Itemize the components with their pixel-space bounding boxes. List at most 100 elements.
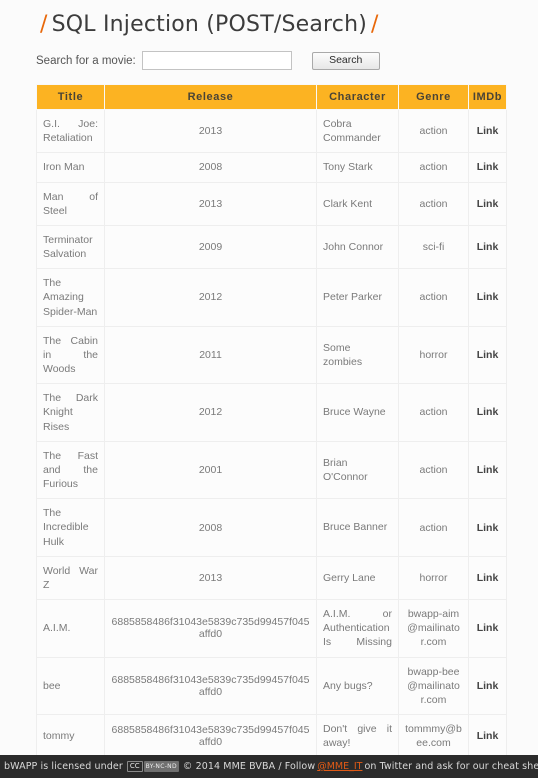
cell-release: 2012 — [104, 268, 317, 327]
cell-genre: action — [398, 440, 469, 500]
cell-genre: horror — [398, 325, 469, 385]
cell-genre: action — [398, 268, 469, 327]
cell-release: 6885858486f31043e5839c735d99457f045affd0 — [104, 714, 317, 759]
movies-table: Title Release Character Genre IMDb G.I. … — [36, 84, 507, 778]
cell-title: The Amazing Spider-Man — [36, 268, 105, 327]
footer-copyright-text: © 2014 MME BVBA / Follow — [182, 761, 316, 772]
cell-character: Brian O'Connor — [316, 440, 399, 500]
cell-imdb: Link — [468, 383, 507, 442]
cell-imdb: Link — [468, 498, 507, 557]
cell-character: Bruce Banner — [316, 498, 399, 557]
table-row: The Incredible Hulk 2008 Bruce Banner actio… — [36, 498, 507, 557]
page-root: / SQL Injection (POST/Search) / Search for… — [0, 0, 538, 778]
cell-character: A.I.M. or Authentication Is Missing — [316, 599, 399, 658]
cell-character: Bruce Wayne — [316, 383, 399, 442]
cell-title: World War Z — [36, 555, 105, 601]
cell-release: 2009 — [104, 224, 317, 270]
imdb-link[interactable]: Link — [477, 622, 499, 634]
cell-genre: horror — [398, 555, 469, 601]
cell-character: Some zombies — [316, 325, 399, 385]
cell-imdb: Link — [468, 268, 507, 327]
cell-genre: action — [398, 108, 469, 154]
search-label: Search for a movie: — [36, 54, 136, 67]
table-row: Man of Steel 2013 Clark Kent action Link — [36, 181, 507, 226]
table-row: Terminator Salvation 2009 John Connor sci-f… — [36, 224, 507, 270]
imdb-link[interactable]: Link — [477, 730, 499, 742]
imdb-link[interactable]: Link — [477, 241, 499, 253]
cell-character: Don't give it away! — [316, 714, 399, 759]
cell-character: Clark Kent — [316, 181, 399, 226]
cell-release: 2011 — [104, 325, 317, 385]
cell-character: Tony Stark — [316, 152, 399, 183]
site-footer: bWAPP is licensed under CC BY-NC-ND © 20… — [0, 755, 538, 778]
table-row: The Cabin in the Woods 2011 Some zombies ho… — [36, 325, 507, 385]
imdb-link[interactable]: Link — [477, 349, 499, 361]
column-header-release: Release — [104, 84, 317, 110]
cell-title: tommy — [36, 714, 105, 759]
cell-title: bee — [36, 656, 105, 716]
column-header-imdb: IMDb — [468, 84, 507, 110]
cell-genre: bwapp-aim@mailinator.com — [398, 599, 469, 658]
footer-license-text: bWAPP is licensed under — [4, 761, 123, 772]
cell-character: John Connor — [316, 224, 399, 270]
creative-commons-badge-icon: CC BY-NC-ND — [126, 761, 179, 772]
twitter-handle-link[interactable]: @MME_IT — [315, 761, 364, 772]
cell-title: The Dark Knight Rises — [36, 383, 105, 442]
table-row: Iron Man 2008 Tony Stark action Link — [36, 152, 507, 183]
cell-release: 2012 — [104, 383, 317, 442]
search-input[interactable] — [141, 51, 292, 70]
imdb-link[interactable]: Link — [477, 464, 499, 476]
imdb-link[interactable]: Link — [477, 125, 499, 137]
cell-character: Peter Parker — [316, 268, 399, 327]
imdb-link[interactable]: Link — [477, 572, 499, 584]
page-title-text: SQL Injection (POST/Search) — [51, 12, 368, 37]
imdb-link[interactable]: Link — [477, 198, 499, 210]
cell-imdb: Link — [468, 108, 507, 154]
cell-title: The Fast and the Furious — [36, 440, 105, 500]
table-row: The Fast and the Furious 2001 Brian O'Conn… — [36, 440, 507, 500]
cell-title: The Incredible Hulk — [36, 498, 105, 557]
imdb-link[interactable]: Link — [477, 406, 499, 418]
cell-title: Terminator Salvation — [36, 224, 105, 270]
cell-imdb: Link — [468, 224, 507, 270]
cell-imdb: Link — [468, 181, 507, 226]
cell-title: Iron Man — [36, 152, 105, 183]
cell-release: 2013 — [104, 108, 317, 154]
table-row: The Amazing Spider-Man 2012 Peter Parker ac… — [36, 268, 507, 327]
cell-character: Gerry Lane — [316, 555, 399, 601]
cell-release: 2008 — [104, 152, 317, 183]
column-header-character: Character — [316, 84, 399, 110]
cell-imdb: Link — [468, 325, 507, 385]
cell-title: G.I. Joe: Retaliation — [36, 108, 105, 154]
imdb-link[interactable]: Link — [477, 161, 499, 173]
cc-terms-label: BY-NC-ND — [143, 761, 179, 772]
imdb-link[interactable]: Link — [477, 522, 499, 534]
cell-release: 2013 — [104, 555, 317, 601]
cell-release: 2001 — [104, 440, 317, 500]
cell-release: 2013 — [104, 181, 317, 226]
table-row: The Dark Knight Rises 2012 Bruce Wayne acti… — [36, 383, 507, 442]
table-row: tommy 6885858486f31043e5839c735d99457f045… — [36, 714, 507, 759]
cell-imdb: Link — [468, 440, 507, 500]
cell-title: The Cabin in the Woods — [36, 325, 105, 385]
cell-genre: action — [398, 152, 469, 183]
cell-genre: tommmy@bee.com — [398, 714, 469, 759]
cell-imdb: Link — [468, 555, 507, 601]
column-header-title: Title — [36, 84, 105, 110]
cell-title: Man of Steel — [36, 181, 105, 226]
imdb-link[interactable]: Link — [477, 680, 499, 692]
page-title: / SQL Injection (POST/Search) / — [0, 0, 538, 41]
cell-genre: action — [398, 181, 469, 226]
cell-imdb: Link — [468, 152, 507, 183]
cell-genre: action — [398, 498, 469, 557]
cell-release: 6885858486f31043e5839c735d99457f045affd0 — [104, 656, 317, 716]
movies-table-head: Title Release Character Genre IMDb — [36, 84, 507, 110]
cell-genre: bwapp-bee@mailinator.com — [398, 656, 469, 716]
movie-search-form: Search for a movie: Search — [0, 41, 538, 70]
cell-genre: action — [398, 383, 469, 442]
cell-genre: sci-fi — [398, 224, 469, 270]
cell-character: Cobra Commander — [316, 108, 399, 154]
cell-title: A.I.M. — [36, 599, 105, 658]
search-button[interactable]: Search — [311, 51, 380, 70]
imdb-link[interactable]: Link — [477, 291, 499, 303]
